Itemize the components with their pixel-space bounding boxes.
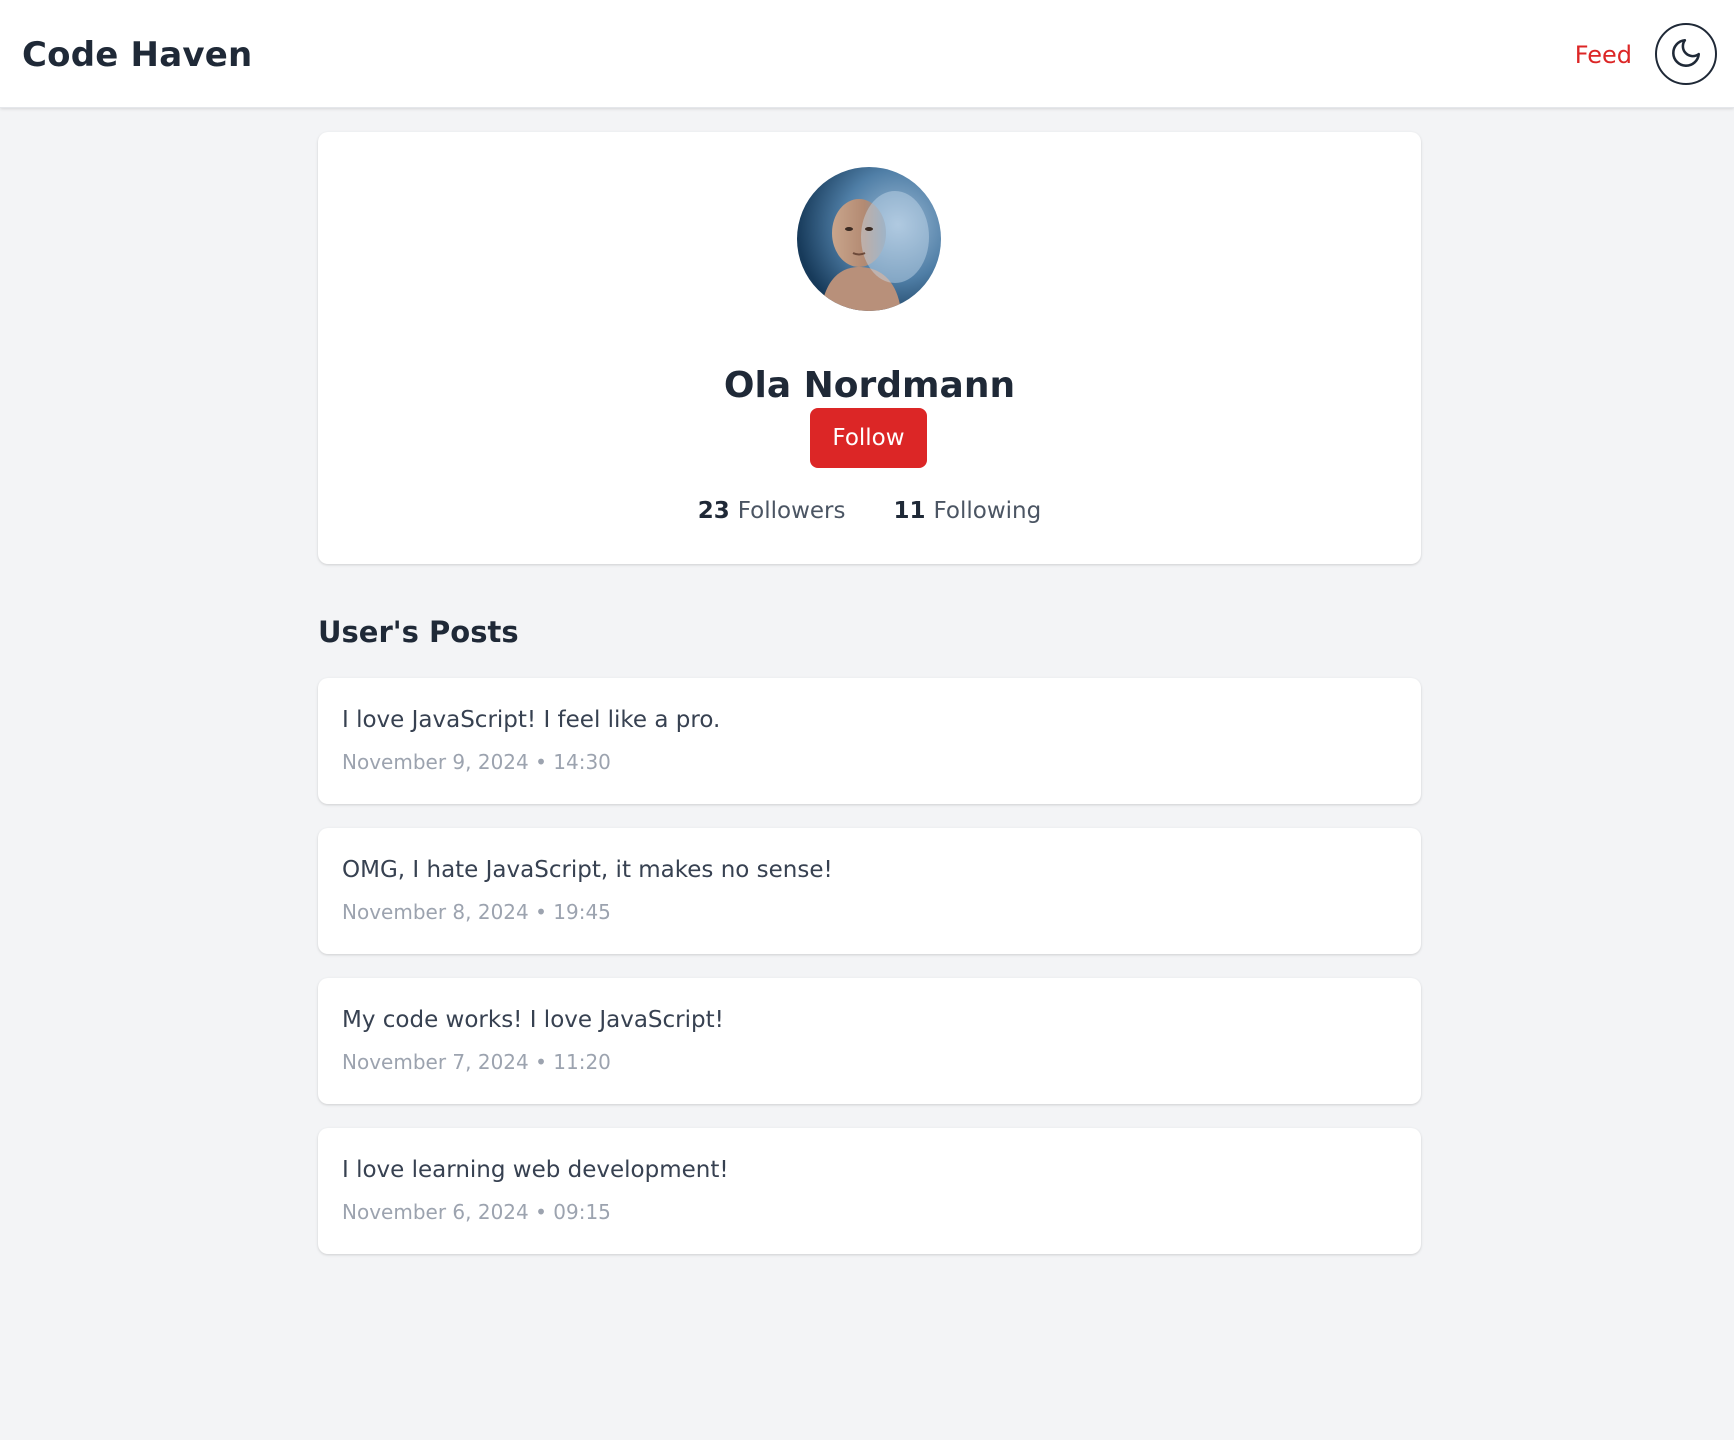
moon-icon — [1669, 36, 1703, 73]
avatar — [797, 167, 941, 311]
posts-list: I love JavaScript! I feel like a pro. No… — [318, 678, 1421, 1254]
nav-feed-link[interactable]: Feed — [1575, 38, 1632, 72]
main-content: Ola Nordmann Follow 23 Followers 11 Follow… — [318, 132, 1421, 1254]
post-content: I love learning web development! — [342, 1157, 729, 1183]
post-timestamp: November 6, 2024 • 09:15 — [342, 1200, 611, 1224]
followers-stat[interactable]: 23 Followers — [698, 494, 846, 528]
post-card: I love learning web development! Novembe… — [318, 1128, 1421, 1254]
post-card: I love JavaScript! I feel like a pro. No… — [318, 678, 1421, 804]
follow-button[interactable]: Follow — [810, 408, 927, 468]
followers-count: 23 — [697, 498, 730, 524]
post-timestamp: November 8, 2024 • 19:45 — [342, 900, 611, 924]
post-content: OMG, I hate JavaScript, it makes no sens… — [342, 857, 833, 883]
post-timestamp: November 9, 2024 • 14:30 — [342, 750, 611, 774]
profile-name: Ola Nordmann — [723, 365, 1016, 407]
following-stat[interactable]: 11 Following — [894, 494, 1042, 528]
theme-toggle-button[interactable] — [1655, 23, 1717, 85]
top-header: Code Haven Feed — [0, 0, 1734, 108]
profile-card: Ola Nordmann Follow 23 Followers 11 Follow… — [318, 132, 1421, 564]
brand-logo-text[interactable]: Code Haven — [22, 32, 252, 78]
following-count: 11 — [893, 498, 926, 524]
followers-label: Followers — [737, 498, 846, 524]
post-content: I love JavaScript! I feel like a pro. — [342, 707, 721, 733]
post-card: My code works! I love JavaScript! Novemb… — [318, 978, 1421, 1104]
post-content: My code works! I love JavaScript! — [342, 1007, 724, 1033]
post-card: OMG, I hate JavaScript, it makes no sens… — [318, 828, 1421, 954]
profile-stats: 23 Followers 11 Following — [318, 494, 1421, 528]
posts-heading: User's Posts — [318, 615, 519, 649]
post-timestamp: November 7, 2024 • 11:20 — [342, 1050, 611, 1074]
following-label: Following — [933, 498, 1042, 524]
